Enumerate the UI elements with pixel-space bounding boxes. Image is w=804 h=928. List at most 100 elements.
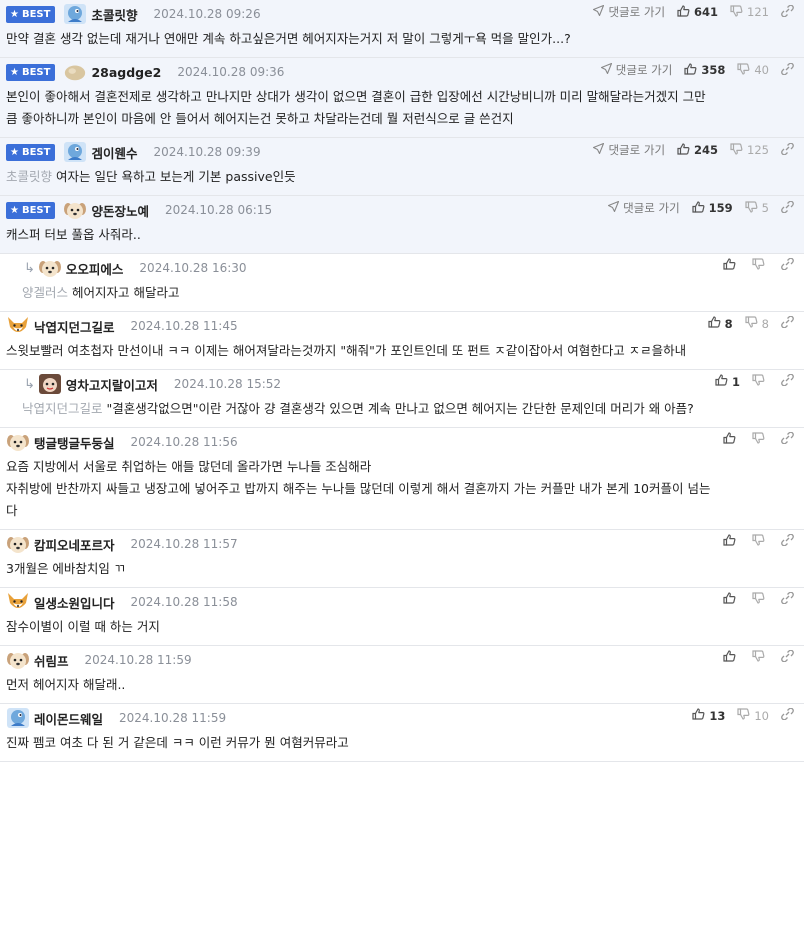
nickname[interactable]: 초콜릿향	[91, 5, 137, 24]
upvote-button[interactable]	[723, 432, 740, 447]
share-link-button[interactable]	[781, 200, 798, 216]
mention-nick[interactable]: 초콜릿향	[6, 169, 52, 184]
comment-text: 큼 좋아하니까 본인이 마음에 안 들어서 헤어지는건 못하고 차달라는건데 뭘…	[6, 111, 514, 126]
timestamp: 2024.10.28 15:52	[173, 377, 282, 391]
mention-nick[interactable]: 양겔러스	[22, 285, 68, 300]
upvote-button[interactable]	[723, 650, 740, 665]
comment-body: 캐스퍼 터보 풀옵 사줘라..	[6, 224, 798, 253]
timestamp: 2024.10.28 09:39	[153, 145, 261, 159]
upvote-count: 641	[694, 5, 719, 19]
share-link-button[interactable]	[781, 142, 798, 158]
upvote-button[interactable]	[723, 258, 740, 273]
goto-comment-button[interactable]: 댓글로 가기	[593, 142, 665, 158]
timestamp: 2024.10.28 16:30	[139, 261, 247, 275]
nickname[interactable]: 레이몬드웨일	[34, 709, 103, 728]
nickname[interactable]: 오오피에스	[66, 259, 124, 278]
comment-body: 먼저 헤어지자 해달래..	[6, 674, 798, 703]
comment-line: 본인이 좋아해서 결혼전제로 생각하고 만나지만 상대가 생각이 없으면 결혼이…	[6, 86, 798, 108]
goto-comment-button[interactable]: 댓글로 가기	[600, 62, 672, 78]
avatar[interactable]	[6, 707, 30, 729]
avatar[interactable]	[63, 141, 87, 163]
thumbs-up-icon	[723, 592, 740, 607]
upvote-button[interactable]: 245	[677, 142, 718, 158]
send-icon	[593, 142, 608, 157]
downvote-button[interactable]	[752, 432, 769, 447]
upvote-button[interactable]: 641	[677, 4, 719, 20]
comment-actions: 댓글로 가기 641 121	[581, 4, 798, 20]
avatar[interactable]	[63, 61, 87, 83]
avatar[interactable]	[6, 649, 30, 671]
share-link-button[interactable]	[781, 591, 798, 607]
nickname[interactable]: 영차고지랄이고저	[66, 375, 158, 394]
downvote-button[interactable]	[752, 592, 769, 607]
upvote-button[interactable]: 13	[692, 708, 725, 723]
avatar[interactable]	[63, 199, 87, 221]
goto-comment-button[interactable]: 댓글로 가기	[593, 4, 665, 20]
thumbs-up-icon	[677, 142, 694, 158]
upvote-button[interactable]: 358	[684, 62, 725, 78]
nickname[interactable]: 낙엽지던그길로	[34, 317, 115, 336]
comment-item: 레이몬드웨일 2024.10.28 11:59 13 10 진짜 펨코 여초 다 된 거…	[0, 704, 804, 762]
downvote-button[interactable]	[752, 534, 769, 549]
share-link-button[interactable]	[781, 707, 798, 723]
share-link-button[interactable]	[781, 373, 798, 389]
nickname[interactable]: 쉬림프	[34, 651, 69, 670]
comment-text: 요즘 지방에서 서울로 취업하는 애들 많던데 올라가면 누나들 조심해라	[6, 459, 372, 474]
avatar[interactable]	[6, 591, 30, 613]
nickname[interactable]: 겜이웬수	[91, 143, 137, 162]
share-link-button[interactable]	[781, 431, 798, 447]
nickname[interactable]: 탱글탱글두둥실	[34, 433, 115, 452]
avatar[interactable]	[6, 533, 30, 555]
thumbs-down-icon	[752, 374, 769, 389]
share-link-button[interactable]	[781, 315, 798, 331]
downvote-count: 40	[754, 63, 769, 77]
upvote-button[interactable]: 1	[715, 374, 740, 389]
timestamp: 2024.10.28 09:26	[153, 7, 261, 21]
upvote-button[interactable]: 159	[692, 200, 733, 216]
downvote-button[interactable]: 10	[737, 708, 769, 723]
downvote-button[interactable]: 121	[730, 4, 769, 20]
thumbs-down-icon	[730, 142, 747, 158]
star-icon: ★	[10, 146, 19, 158]
comment-actions: 댓글로 가기 159 5	[596, 200, 798, 216]
nickname[interactable]: 양돈장노예	[91, 201, 149, 220]
upvote-button[interactable]: 8	[708, 316, 733, 331]
avatar[interactable]	[38, 373, 62, 395]
mention-nick[interactable]: 낙엽지던그길로	[22, 401, 103, 416]
thumbs-up-icon	[723, 650, 740, 665]
best-badge: ★ BEST	[6, 63, 56, 81]
downvote-button[interactable]	[752, 650, 769, 665]
avatar[interactable]	[6, 431, 30, 453]
share-link-button[interactable]	[781, 533, 798, 549]
comment-actions: 댓글로 가기 245 125	[581, 142, 798, 158]
comment-actions: 88	[696, 315, 798, 331]
share-link-button[interactable]	[781, 257, 798, 273]
comment-actions: 13 10	[680, 707, 798, 723]
downvote-button[interactable]: 5	[745, 200, 769, 216]
share-link-button[interactable]	[781, 649, 798, 665]
link-icon	[781, 591, 798, 607]
comment-actions: 댓글로 가기 358 40	[589, 62, 798, 78]
star-icon: ★	[10, 8, 19, 20]
downvote-button[interactable]: 8	[745, 316, 769, 331]
upvote-button[interactable]	[723, 534, 740, 549]
share-link-button[interactable]	[781, 62, 798, 78]
link-icon	[781, 62, 798, 78]
nickname[interactable]: 캄피오네포르자	[34, 535, 115, 554]
nickname[interactable]: 일생소원입니다	[34, 593, 115, 612]
downvote-button[interactable]	[752, 374, 769, 389]
avatar[interactable]	[6, 315, 30, 337]
avatar[interactable]	[63, 3, 87, 25]
goto-comment-button[interactable]: 댓글로 가기	[608, 200, 680, 216]
timestamp: 2024.10.28 06:15	[164, 203, 273, 217]
comment-body: 양겔러스 헤어지자고 해달라고	[22, 282, 798, 311]
send-icon	[600, 62, 616, 77]
nickname[interactable]: 28agdge2	[91, 65, 161, 80]
downvote-button[interactable]: 40	[737, 62, 769, 78]
comment-body: 낙엽지던그길로 "결혼생각없으면"이란 거잖아 걍 결혼생각 있으면 계속 만나고…	[22, 398, 798, 427]
downvote-button[interactable]	[752, 258, 769, 273]
downvote-button[interactable]: 125	[730, 142, 769, 158]
upvote-button[interactable]	[723, 592, 740, 607]
avatar[interactable]	[38, 257, 62, 279]
share-link-button[interactable]	[781, 4, 798, 20]
